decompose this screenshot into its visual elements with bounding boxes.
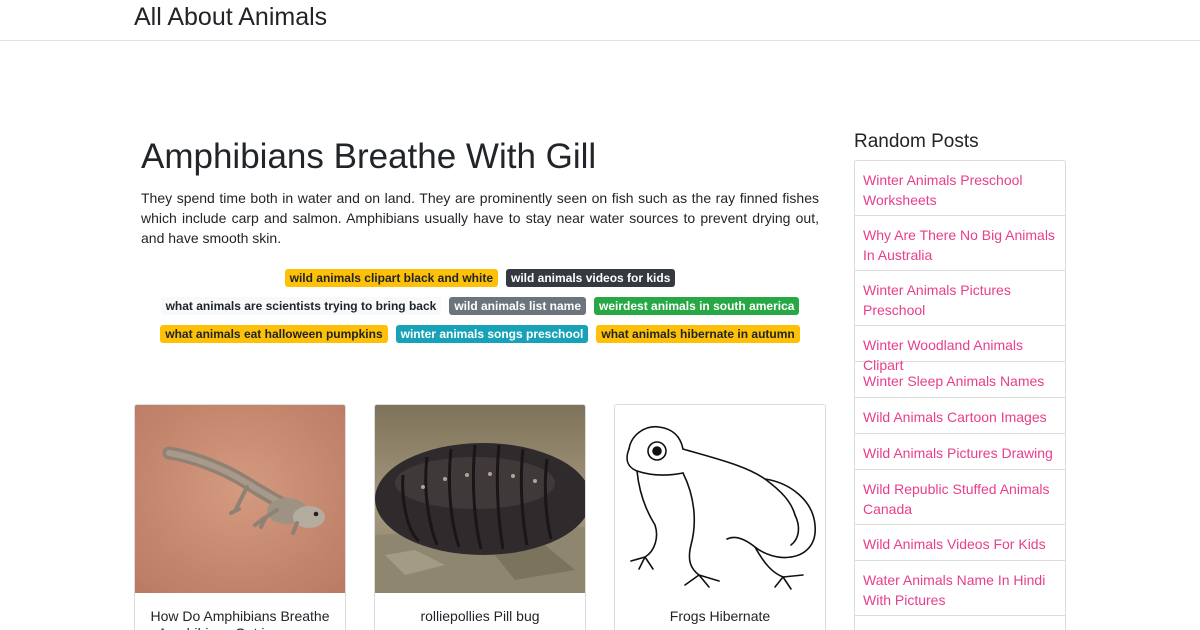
tag-badge[interactable]: what animals hibernate in autumn xyxy=(596,325,800,343)
tag-badge[interactable]: wild animals videos for kids xyxy=(506,269,676,287)
pill-bug-photo[interactable] xyxy=(375,405,585,593)
related-post-card[interactable]: Frogs Hibernate xyxy=(614,404,826,630)
random-post-link[interactable]: Wild Animals Pictures Drawing xyxy=(855,434,1065,470)
tag-badge[interactable]: wild animals list name xyxy=(449,297,587,315)
site-brand-link[interactable]: All About Animals xyxy=(134,3,327,32)
random-post-link[interactable]: Winter Woodland Animals Clipart xyxy=(855,326,1065,373)
random-post-link[interactable]: Water Animals Name In Hindi With Picture… xyxy=(855,561,1065,616)
random-post-link[interactable]: Winter Animals Preschool Worksheets xyxy=(855,161,1065,216)
frog-line-drawing[interactable] xyxy=(615,405,825,593)
tag-badge[interactable]: what animals are scientists trying to br… xyxy=(160,297,442,315)
random-post-link[interactable]: Wild Animals Videos For Kids xyxy=(855,525,1065,561)
tag-badge[interactable]: wild animals clipart black and white xyxy=(284,269,498,287)
tag-badge[interactable]: winter animals songs preschool xyxy=(395,325,589,343)
post-body-text: They spend time both in water and on lan… xyxy=(141,190,819,246)
random-post-link[interactable]: Wild Animals Name In Hindi With xyxy=(855,616,1065,630)
random-post-link[interactable]: Why Are There No Big Animals In Australi… xyxy=(855,216,1065,271)
post-title: Amphibians Breathe With Gill xyxy=(141,137,597,176)
card-title[interactable]: rolliepollies Pill bug xyxy=(375,608,585,625)
random-posts-list: Winter Animals Preschool Worksheets Why … xyxy=(854,160,1066,630)
salamander-photo[interactable] xyxy=(135,405,345,593)
related-posts-grid: How Do Amphibians Breathe Amphibians Get… xyxy=(134,404,826,630)
tag-badge[interactable]: what animals eat halloween pumpkins xyxy=(160,325,388,343)
tag-badge[interactable]: weirdest animals in south america xyxy=(594,297,800,315)
random-post-link[interactable]: Wild Republic Stuffed Animals Canada xyxy=(855,470,1065,525)
related-post-card[interactable]: How Do Amphibians Breathe Amphibians Get… xyxy=(134,404,346,630)
random-post-link[interactable]: Winter Animals Pictures Preschool xyxy=(855,271,1065,326)
related-post-card[interactable]: rolliepollies Pill bug xyxy=(374,404,586,630)
card-title[interactable]: Frogs Hibernate xyxy=(615,608,825,625)
card-title[interactable]: How Do Amphibians Breathe Amphibians Get… xyxy=(135,608,345,630)
random-post-link[interactable]: Wild Animals Cartoon Images xyxy=(855,398,1065,434)
tag-cloud: wild animals clipart black and white wild… xyxy=(134,264,826,348)
sidebar-title: Random Posts xyxy=(854,131,979,152)
top-navbar: All About Animals xyxy=(0,0,1200,41)
